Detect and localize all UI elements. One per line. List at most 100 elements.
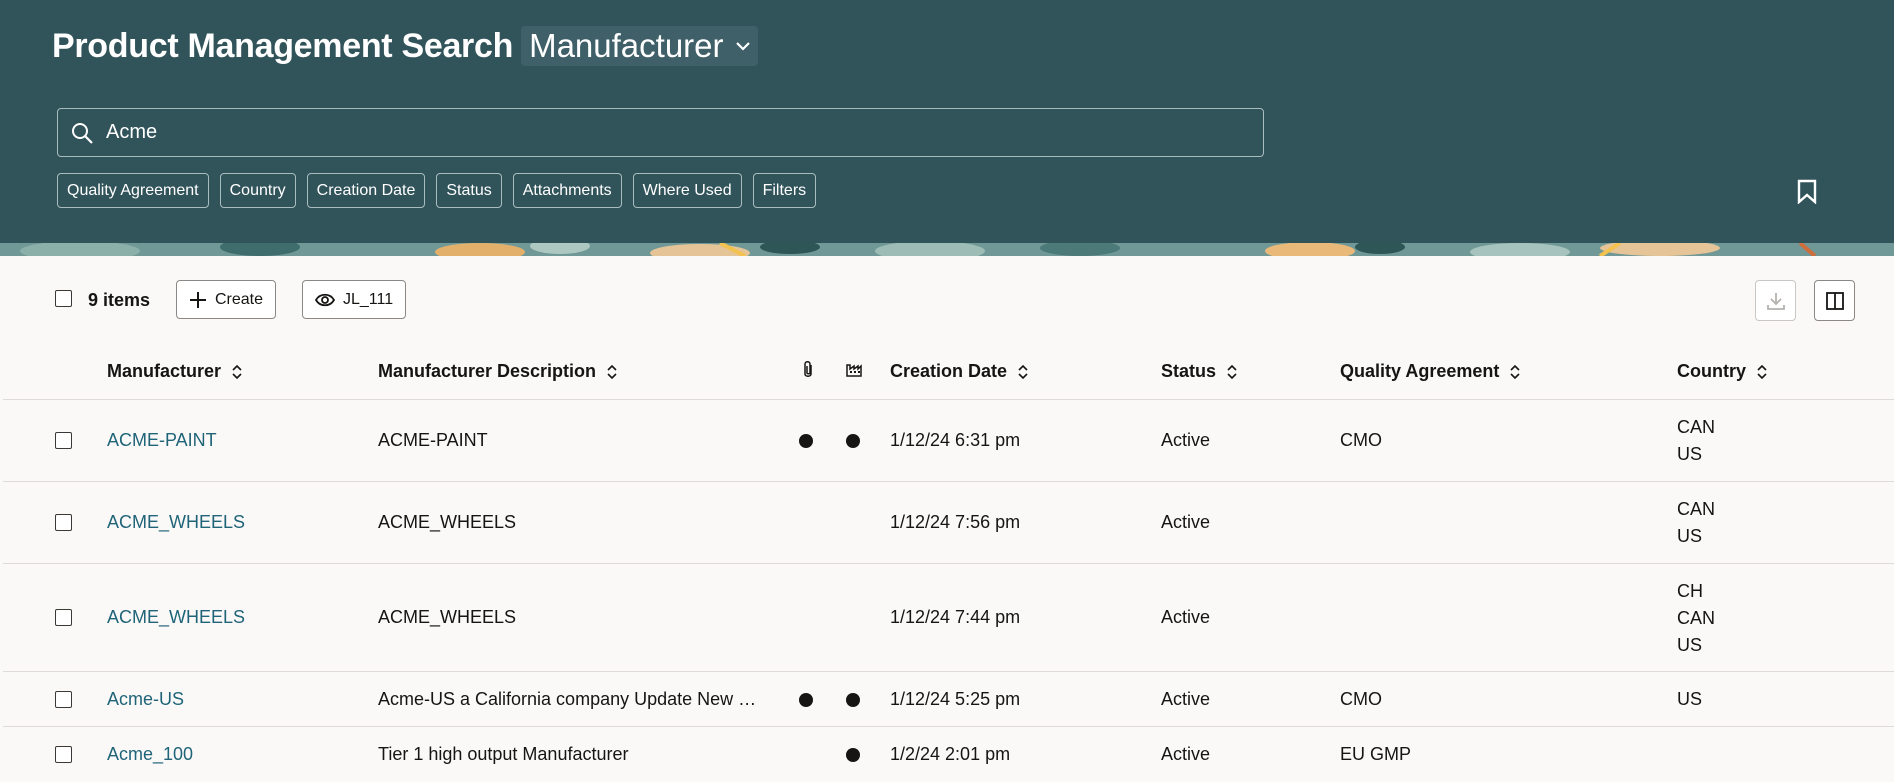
split-view-button[interactable] <box>1814 280 1855 321</box>
where-used-indicator <box>846 434 860 448</box>
country-value: US <box>1677 635 1703 655</box>
search-header: Product Management Search Manufacturer Q… <box>0 0 1894 243</box>
sort-icon <box>1510 364 1520 379</box>
table-toolbar: 9 items Create JL_111 <box>0 256 1894 342</box>
create-button-label: Create <box>215 290 264 308</box>
page-title: Product Management Search <box>52 26 514 65</box>
factory-icon <box>846 364 862 377</box>
column-header-description[interactable]: Manufacturer Description <box>378 361 618 382</box>
manufacturer-description: Tier 1 high output Manufacturer <box>378 744 629 764</box>
country-list: CAN US <box>1677 414 1715 468</box>
column-label: Creation Date <box>890 361 1008 381</box>
creation-date: 1/12/24 6:31 pm <box>890 430 1021 450</box>
column-label: Manufacturer <box>107 361 222 381</box>
filter-chip-quality-agreement[interactable]: Quality Agreement <box>57 173 209 208</box>
title-row: Product Management Search Manufacturer <box>52 26 758 66</box>
table-header: Manufacturer Manufacturer Description Cr… <box>3 342 1894 400</box>
row-checkbox[interactable] <box>55 432 72 449</box>
where-used-indicator <box>846 693 860 707</box>
table-row[interactable]: Acme_100 Tier 1 high output Manufacturer… <box>3 727 1894 782</box>
row-checkbox[interactable] <box>55 514 72 531</box>
results-table: Manufacturer Manufacturer Description Cr… <box>3 342 1894 782</box>
decorative-banner <box>0 243 1894 256</box>
select-all-checkbox[interactable] <box>55 290 72 307</box>
status: Active <box>1161 607 1211 627</box>
country-value: CAN <box>1677 608 1716 628</box>
status: Active <box>1161 512 1211 532</box>
item-count: 9 items <box>88 290 151 310</box>
table-row[interactable]: ACME-PAINT ACME-PAINT 1/12/24 6:31 pm Ac… <box>3 400 1894 482</box>
export-button[interactable] <box>1755 280 1796 321</box>
bookmark-icon[interactable] <box>1796 179 1818 204</box>
quality-agreement: CMO <box>1340 430 1382 450</box>
filter-chips: Quality Agreement Country Creation Date … <box>57 173 827 208</box>
object-type-value: Manufacturer <box>529 27 724 64</box>
column-header-quality-agreement[interactable]: Quality Agreement <box>1340 361 1521 382</box>
creation-date: 1/12/24 7:44 pm <box>890 607 1021 627</box>
column-header-country[interactable]: Country <box>1677 361 1768 382</box>
manufacturer-link[interactable]: ACME_WHEELS <box>107 512 245 533</box>
manufacturer-link[interactable]: ACME-PAINT <box>107 430 217 451</box>
chevron-down-icon <box>735 42 750 51</box>
attachment-indicator <box>799 693 813 707</box>
quality-agreement: CMO <box>1340 689 1382 709</box>
manufacturer-link[interactable]: ACME_WHEELS <box>107 607 245 628</box>
filter-chip-creation-date[interactable]: Creation Date <box>306 173 426 208</box>
manufacturer-description: ACME-PAINT <box>378 430 488 450</box>
column-label: Status <box>1161 361 1217 381</box>
column-header-creation-date[interactable]: Creation Date <box>890 361 1029 382</box>
column-label: Country <box>1677 361 1746 381</box>
filter-chip-country[interactable]: Country <box>219 173 296 208</box>
filter-chip-filters[interactable]: Filters <box>752 173 817 208</box>
sort-icon <box>1227 364 1237 379</box>
filter-chip-where-used[interactable]: Where Used <box>632 173 742 208</box>
sort-icon <box>232 364 242 379</box>
country-value: CAN <box>1677 499 1716 519</box>
row-checkbox[interactable] <box>55 746 72 763</box>
country-value: CH <box>1677 581 1703 601</box>
table-row[interactable]: ACME_WHEELS ACME_WHEELS 1/12/24 7:44 pm … <box>3 564 1894 672</box>
country-list: CAN US <box>1677 496 1715 550</box>
plus-icon <box>190 291 206 308</box>
manufacturer-link[interactable]: Acme-US <box>107 689 184 710</box>
column-label: Quality Agreement <box>1340 361 1500 381</box>
country-value: US <box>1677 526 1703 546</box>
attachment-indicator <box>799 434 813 448</box>
search-input[interactable] <box>106 121 1206 144</box>
status: Active <box>1161 744 1211 764</box>
country-value: CAN <box>1677 417 1716 437</box>
table-row[interactable]: ACME_WHEELS ACME_WHEELS 1/12/24 7:56 pm … <box>3 482 1894 564</box>
country-list: CH CAN US <box>1677 578 1715 659</box>
search-icon <box>72 122 93 144</box>
quality-agreement: EU GMP <box>1340 744 1412 764</box>
creation-date: 1/2/24 2:01 pm <box>890 744 1011 764</box>
sort-icon <box>1757 364 1767 379</box>
manufacturer-description: ACME_WHEELS <box>378 607 517 627</box>
sort-icon <box>607 364 617 379</box>
status: Active <box>1161 689 1211 709</box>
column-header-status[interactable]: Status <box>1161 361 1238 382</box>
create-button[interactable]: Create <box>176 280 277 319</box>
where-used-indicator <box>846 748 860 762</box>
eye-icon <box>315 293 335 306</box>
saved-view-button[interactable]: JL_111 <box>302 280 407 319</box>
manufacturer-link[interactable]: Acme_100 <box>107 744 193 765</box>
country-value: US <box>1677 444 1703 464</box>
country-value: US <box>1677 689 1703 709</box>
row-checkbox[interactable] <box>55 691 72 708</box>
column-header-manufacturer[interactable]: Manufacturer <box>107 361 243 382</box>
column-label: Manufacturer Description <box>378 361 597 381</box>
manufacturer-description: Acme-US a California company Update New … <box>378 689 757 709</box>
table-row[interactable]: Acme-US Acme-US a California company Upd… <box>3 672 1894 727</box>
filter-chip-status[interactable]: Status <box>436 173 502 208</box>
object-type-select[interactable]: Manufacturer <box>521 26 758 66</box>
search-box[interactable] <box>57 108 1264 157</box>
manufacturer-description: ACME_WHEELS <box>378 512 517 532</box>
status: Active <box>1161 430 1211 450</box>
sort-icon <box>1018 364 1028 379</box>
row-checkbox[interactable] <box>55 609 72 626</box>
saved-view-label: JL_111 <box>343 290 394 308</box>
creation-date: 1/12/24 7:56 pm <box>890 512 1021 532</box>
creation-date: 1/12/24 5:25 pm <box>890 689 1021 709</box>
filter-chip-attachments[interactable]: Attachments <box>512 173 622 208</box>
